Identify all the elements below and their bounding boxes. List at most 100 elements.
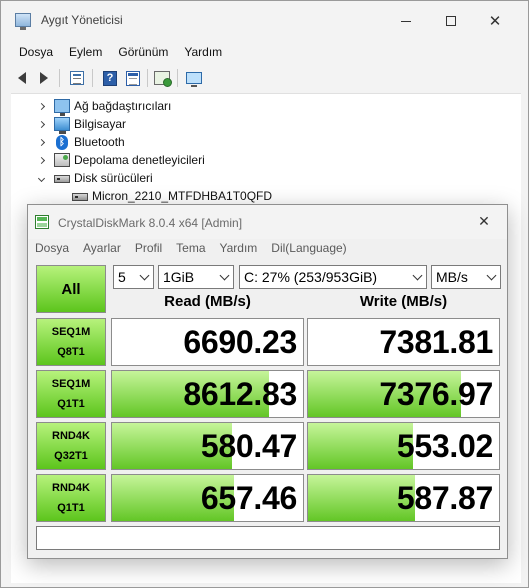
- toolbar-divider: [177, 69, 178, 87]
- crystaldiskmark-app-icon: [35, 215, 49, 229]
- test-size-value: 1GiB: [163, 269, 195, 285]
- close-button[interactable]: ✕: [473, 7, 517, 35]
- device-manager-title: Aygıt Yöneticisi: [41, 13, 123, 27]
- device-manager-titlebar[interactable]: Aygıt Yöneticisi ✕: [1, 1, 528, 39]
- forward-icon[interactable]: [35, 69, 53, 87]
- result-read-seq1m-q8t1: 6690.23: [111, 318, 304, 366]
- minimize-icon: [401, 20, 411, 22]
- result-write-seq1m-q1t1: 7376.97: [307, 370, 500, 418]
- toolbar-divider: [147, 69, 148, 87]
- tree-item-network-adapters[interactable]: Ağ bağdaştırıcıları: [11, 97, 521, 116]
- comment-input[interactable]: [36, 526, 500, 550]
- result-value: 7381.81: [379, 323, 493, 360]
- maximize-icon: [446, 16, 456, 26]
- test-name: RND4K: [52, 482, 90, 494]
- test-name: RND4K: [52, 430, 90, 442]
- result-write-rnd4k-q1t1: 587.87: [307, 474, 500, 522]
- test-params: Q1T1: [57, 502, 85, 514]
- test-rnd4k-q1t1-button[interactable]: RND4K Q1T1: [36, 474, 106, 522]
- result-value: 553.02: [396, 427, 493, 464]
- test-rnd4k-q32t1-button[interactable]: RND4K Q32T1: [36, 422, 106, 470]
- cdm-maximize-button[interactable]: [416, 208, 460, 236]
- menu-help[interactable]: Yardım: [176, 41, 230, 63]
- cdm-title: CrystalDiskMark 8.0.4 x64 [Admin]: [58, 216, 243, 230]
- chevron-down-icon: [412, 270, 423, 281]
- test-seq1m-q8t1-button[interactable]: SEQ1M Q8T1: [36, 318, 106, 366]
- cdm-menu-file[interactable]: Dosya: [28, 239, 76, 259]
- back-icon[interactable]: [13, 69, 31, 87]
- tree-item-label: Bluetooth: [74, 135, 125, 149]
- disk-drive-icon: [72, 193, 88, 201]
- test-name: SEQ1M: [51, 378, 91, 390]
- chevron-right-icon[interactable]: [37, 156, 45, 164]
- tree-item-bluetooth[interactable]: ᛒ Bluetooth: [11, 133, 521, 151]
- test-size-select[interactable]: 1GiB: [158, 265, 234, 289]
- tree-item-storage-controllers[interactable]: Depolama denetleyicileri: [11, 151, 521, 169]
- tree-item-label: Ağ bağdaştırıcıları: [74, 99, 172, 113]
- toolbar-divider: [92, 69, 93, 87]
- tree-item-micron-disk[interactable]: Micron_2210_MTFDHBA1T0QFD: [11, 187, 521, 205]
- cdm-menu-settings[interactable]: Ayarlar: [76, 239, 128, 259]
- cdm-titlebar[interactable]: CrystalDiskMark 8.0.4 x64 [Admin] ✕: [28, 205, 507, 239]
- result-read-rnd4k-q32t1: 580.47: [111, 422, 304, 470]
- drive-select[interactable]: C: 27% (253/953GiB): [239, 265, 427, 289]
- test-seq1m-q1t1-button[interactable]: SEQ1M Q1T1: [36, 370, 106, 418]
- menu-action[interactable]: Eylem: [61, 41, 110, 63]
- result-write-rnd4k-q32t1: 553.02: [307, 422, 500, 470]
- menu-file[interactable]: Dosya: [11, 41, 61, 63]
- device-manager-toolbar: ?: [1, 65, 528, 91]
- cdm-menu-profile[interactable]: Profil: [128, 239, 169, 259]
- chevron-right-icon[interactable]: [37, 120, 45, 128]
- test-name: SEQ1M: [51, 326, 91, 338]
- test-params: Q8T1: [57, 346, 85, 358]
- properties-sheet-icon[interactable]: [68, 69, 86, 87]
- chevron-right-icon[interactable]: [37, 138, 45, 146]
- cdm-menubar: Dosya Ayarlar Profil Tema Yardım Dil(Lan…: [28, 239, 507, 259]
- result-value: 580.47: [200, 427, 297, 464]
- chevron-right-icon[interactable]: [37, 102, 45, 110]
- tree-item-computer[interactable]: Bilgisayar: [11, 115, 521, 134]
- cdm-menu-theme[interactable]: Tema: [169, 239, 212, 259]
- chevron-down-icon: [486, 270, 497, 281]
- tree-item-disk-drives[interactable]: Disk sürücüleri: [11, 169, 521, 187]
- result-value: 8612.83: [183, 375, 297, 412]
- test-count-select[interactable]: 5: [113, 265, 154, 289]
- minimize-button[interactable]: [384, 7, 428, 35]
- result-value: 6690.23: [183, 323, 297, 360]
- test-params: Q1T1: [57, 398, 85, 410]
- unit-select[interactable]: MB/s: [431, 265, 501, 289]
- tree-item-label: Micron_2210_MTFDHBA1T0QFD: [92, 189, 273, 203]
- toolbar-divider: [59, 69, 60, 87]
- close-icon: ✕: [478, 214, 490, 230]
- test-count-value: 5: [118, 269, 126, 285]
- bluetooth-icon: ᛒ: [56, 134, 68, 150]
- result-value: 587.87: [396, 479, 493, 516]
- result-read-rnd4k-q1t1: 657.46: [111, 474, 304, 522]
- result-write-seq1m-q8t1: 7381.81: [307, 318, 500, 366]
- menu-view[interactable]: Görünüm: [110, 41, 176, 63]
- disk-drive-icon: [54, 175, 70, 183]
- cdm-menu-language[interactable]: Dil(Language): [264, 239, 353, 259]
- maximize-button[interactable]: [429, 7, 473, 35]
- result-read-seq1m-q1t1: 8612.83: [111, 370, 304, 418]
- storage-controller-icon: [54, 153, 70, 167]
- cdm-close-button[interactable]: ✕: [462, 208, 506, 236]
- cdm-menu-help[interactable]: Yardım: [213, 239, 265, 259]
- monitor-icon[interactable]: [185, 69, 203, 87]
- run-all-button[interactable]: All: [36, 265, 106, 313]
- properties-icon[interactable]: [124, 69, 142, 87]
- result-value: 7376.97: [379, 375, 493, 412]
- scan-hardware-icon[interactable]: [153, 69, 172, 87]
- tree-item-label: Depolama denetleyicileri: [74, 153, 205, 167]
- drive-value: C: 27% (253/953GiB): [244, 269, 378, 285]
- chevron-down-icon: [139, 270, 150, 281]
- chevron-down-icon[interactable]: [37, 174, 45, 182]
- device-manager-app-icon: [15, 13, 31, 30]
- computer-icon: [54, 117, 70, 134]
- test-params: Q32T1: [54, 450, 88, 462]
- crystaldiskmark-window: CrystalDiskMark 8.0.4 x64 [Admin] ✕ Dosy…: [27, 204, 508, 559]
- tree-item-label: Bilgisayar: [74, 117, 127, 131]
- unit-value: MB/s: [436, 269, 468, 285]
- tree-item-label: Disk sürücüleri: [74, 171, 153, 185]
- help-icon[interactable]: ?: [101, 69, 119, 87]
